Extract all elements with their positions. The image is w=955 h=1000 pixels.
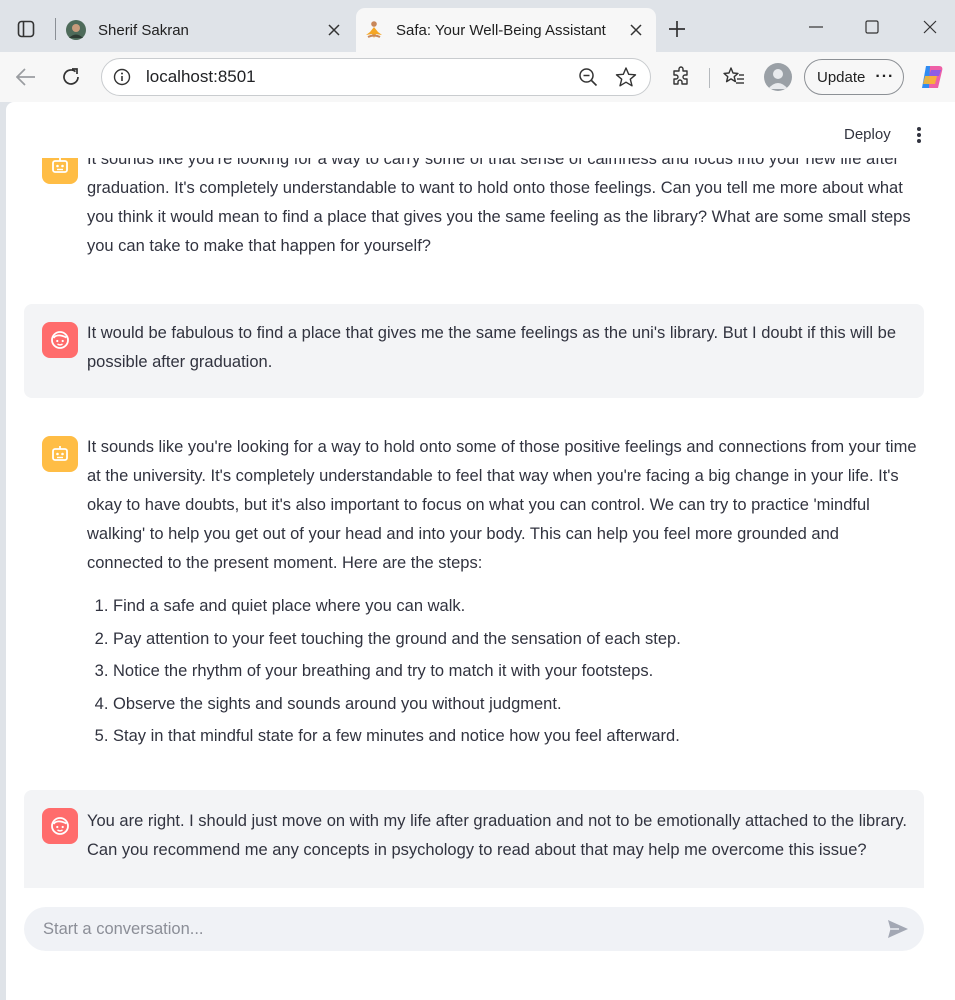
close-icon[interactable]: [320, 16, 348, 44]
favorite-star-icon[interactable]: [612, 63, 640, 91]
copilot-icon[interactable]: [917, 62, 947, 92]
back-arrow-icon[interactable]: [9, 60, 43, 94]
refresh-icon[interactable]: [54, 60, 88, 94]
meditation-favicon-icon: [364, 20, 384, 40]
steps-list: Find a safe and quiet place where you ca…: [87, 590, 918, 753]
tab-safa[interactable]: Safa: Your Well-Being Assistant: [356, 8, 656, 52]
user-avatar-icon: [42, 808, 78, 844]
list-item: Pay attention to your feet touching the …: [113, 623, 918, 656]
tab-title: Safa: Your Well-Being Assistant: [396, 21, 606, 39]
close-icon[interactable]: [622, 16, 650, 44]
zoom-out-icon[interactable]: [574, 63, 602, 91]
chat-input-bar: [24, 907, 924, 951]
message-text: It sounds like you're looking for a way …: [87, 158, 911, 255]
message-body: It sounds like you're looking for a way …: [87, 433, 918, 753]
profile-favicon-icon: [66, 20, 86, 40]
streamlit-app: Deploy It sounds like you're looking for…: [6, 102, 955, 1000]
chat-messages: It sounds like you're looking for a way …: [6, 158, 955, 888]
user-avatar-icon: [42, 322, 78, 358]
minimize-icon[interactable]: [796, 12, 836, 42]
profile-avatar-icon[interactable]: [764, 63, 792, 91]
user-message: You are right. I should just move on wit…: [24, 790, 924, 888]
update-button[interactable]: Update ···: [804, 59, 904, 95]
more-options-icon[interactable]: ···: [875, 68, 894, 86]
deploy-button[interactable]: Deploy: [844, 126, 891, 143]
main-menu-icon[interactable]: [911, 124, 927, 146]
assistant-message: It sounds like you're looking for a way …: [24, 158, 924, 278]
user-message: It would be fabulous to find a place tha…: [24, 304, 924, 398]
bot-avatar-icon: [42, 158, 78, 184]
tab-actions-icon[interactable]: [8, 12, 44, 46]
list-item: Observe the sights and sounds around you…: [113, 688, 918, 721]
bot-avatar-icon: [42, 436, 78, 472]
url-text[interactable]: localhost:8501: [146, 67, 574, 87]
send-icon[interactable]: [884, 915, 912, 943]
browser-toolbar: localhost:8501 Update ···: [0, 52, 955, 102]
message-text: It would be fabulous to find a place tha…: [87, 324, 897, 371]
update-label: Update: [817, 68, 866, 86]
tab-title: Sherif Sakran: [98, 21, 189, 39]
site-info-icon[interactable]: [112, 67, 132, 87]
toolbar-divider: [709, 68, 710, 88]
list-item: Find a safe and quiet place where you ca…: [113, 590, 918, 623]
extensions-icon[interactable]: [666, 62, 698, 92]
maximize-icon[interactable]: [852, 12, 892, 42]
assistant-message: It sounds like you're looking for a way …: [24, 418, 924, 768]
tab-sherif-sakran[interactable]: Sherif Sakran: [58, 8, 354, 52]
window-close-icon[interactable]: [910, 12, 950, 42]
list-item: Stay in that mindful state for a few min…: [113, 720, 918, 753]
new-tab-icon[interactable]: [660, 14, 694, 44]
list-item: Notice the rhythm of your breathing and …: [113, 655, 918, 688]
tab-strip: Sherif Sakran Safa: Your Well-Being Assi…: [0, 0, 955, 52]
tab-divider: [55, 18, 56, 40]
message-text: It sounds like you're looking for a way …: [87, 438, 917, 572]
chat-input[interactable]: [43, 919, 884, 939]
favorites-list-icon[interactable]: [718, 62, 750, 92]
address-bar[interactable]: localhost:8501: [101, 58, 651, 96]
message-text: You are right. I should just move on wit…: [87, 812, 907, 859]
